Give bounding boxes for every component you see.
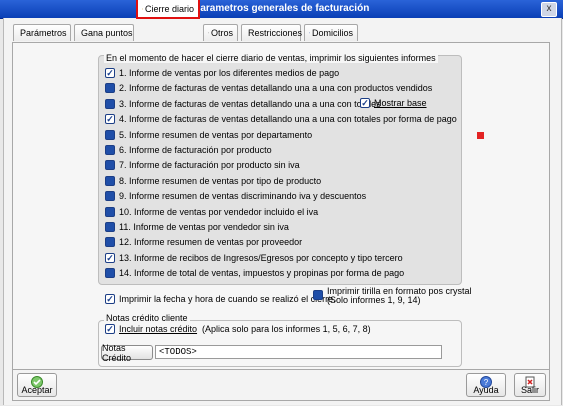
exit-button[interactable]: Salir bbox=[514, 373, 546, 397]
checkbox-box[interactable] bbox=[105, 145, 115, 155]
close-button[interactable]: x bbox=[541, 2, 557, 17]
report-checkbox-14[interactable]: 14. Informe de total de ventas, impuesto… bbox=[105, 267, 404, 279]
report-label: 10. Informe de ventas por vendedor inclu… bbox=[119, 207, 319, 217]
gear-icon bbox=[142, 8, 143, 9]
accept-label: Aceptar bbox=[21, 385, 53, 395]
checkbox-box[interactable] bbox=[105, 237, 115, 247]
report-label: 7. Informe de facturación por producto s… bbox=[119, 160, 300, 170]
report-checkbox-11[interactable]: 11. Informe de ventas por vendedor sin i… bbox=[105, 221, 289, 233]
checkbox-box[interactable] bbox=[105, 176, 115, 186]
reports-group-title: En el momento de hacer el cierre diario … bbox=[104, 53, 438, 63]
checkbox-box[interactable] bbox=[105, 160, 115, 170]
print-crystal-hint: (Solo informes 1, 9, 14) bbox=[327, 295, 421, 305]
report-label: 2. Informe de facturas de ventas detalla… bbox=[119, 83, 433, 93]
report-label: 13. Informe de recibos de Ingresos/Egres… bbox=[119, 253, 403, 263]
report-checkbox-5[interactable]: 5. Informe resumen de ventas por departa… bbox=[105, 129, 312, 141]
checkbox-box[interactable] bbox=[105, 99, 115, 109]
notas-credito-field[interactable]: <TODOS> bbox=[155, 345, 442, 359]
exit-label: Salir bbox=[520, 385, 539, 395]
print-date-label: Imprimir la fecha y hora de cuando se re… bbox=[119, 294, 336, 304]
tab-parametros[interactable]: Parámetros bbox=[13, 24, 71, 41]
mostrar-base-checkbox[interactable]: ✓ Mostrar base bbox=[360, 97, 427, 109]
report-checkbox-10[interactable]: 10. Informe de ventas por vendedor inclu… bbox=[105, 206, 318, 218]
checkbox-box[interactable] bbox=[105, 222, 115, 232]
tab-otros[interactable]: Otros bbox=[203, 24, 238, 41]
report-checkbox-1[interactable]: ✓ 1. Informe de ventas por los diferentes… bbox=[105, 67, 339, 79]
checkbox-box[interactable] bbox=[105, 268, 115, 278]
print-date-checkbox[interactable]: ✓ Imprimir la fecha y hora de cuando se … bbox=[105, 293, 336, 305]
tab-domicilios[interactable]: Domicilios bbox=[304, 24, 358, 41]
notes-group-title: Notas crédito cliente bbox=[104, 313, 190, 323]
report-label: 14. Informe de total de ventas, impuesto… bbox=[119, 268, 405, 278]
notas-credito-button-label: Notas Crédito bbox=[102, 342, 132, 363]
report-checkbox-4[interactable]: ✓ 4. Informe de facturas de ventas detall… bbox=[105, 113, 457, 125]
report-label: 1. Informe de ventas por los diferentes … bbox=[119, 68, 340, 78]
report-label: 3. Informe de facturas de ventas detalla… bbox=[119, 99, 381, 109]
checkbox-box[interactable] bbox=[105, 83, 115, 93]
report-label: 4. Informe de facturas de ventas detalla… bbox=[119, 114, 457, 124]
checkbox-box[interactable] bbox=[105, 191, 115, 201]
tab-label: Parámetros bbox=[20, 28, 67, 38]
report-checkbox-3[interactable]: 3. Informe de facturas de ventas detalla… bbox=[105, 98, 381, 110]
window-title: Parametros generales de facturación bbox=[193, 3, 370, 14]
help-button[interactable]: ? Ayuda bbox=[466, 373, 506, 397]
tab-label: Gana puntos bbox=[81, 28, 133, 38]
include-notes-label[interactable]: Incluir notas crédito bbox=[119, 324, 197, 334]
checkbox-box[interactable]: ✓ bbox=[105, 68, 115, 78]
document-icon bbox=[208, 32, 209, 34]
report-checkbox-2[interactable]: 2. Informe de facturas de ventas detalla… bbox=[105, 82, 432, 94]
checkbox-box[interactable]: ✓ bbox=[105, 253, 115, 263]
report-checkbox-8[interactable]: 8. Informe resumen de ventas por tipo de… bbox=[105, 175, 321, 187]
include-notes-hint: (Aplica solo para los informes 1, 5, 6, … bbox=[202, 324, 371, 334]
checkbox-box[interactable]: ✓ bbox=[105, 324, 115, 334]
mostrar-base-label[interactable]: Mostrar base bbox=[374, 98, 427, 108]
print-crystal-text: Imprimir tirilla en formato pos crystal … bbox=[327, 287, 472, 305]
checkbox-box[interactable]: ✓ bbox=[360, 98, 370, 108]
report-label: 5. Informe resumen de ventas por departa… bbox=[119, 130, 313, 140]
report-label: 9. Informe resumen de ventas discriminan… bbox=[119, 191, 367, 201]
tab-label: Otros bbox=[210, 28, 233, 38]
checkbox-box[interactable]: ✓ bbox=[105, 294, 115, 304]
checkbox-box[interactable]: ✓ bbox=[105, 114, 115, 124]
help-label: Ayuda bbox=[473, 385, 499, 395]
report-checkbox-7[interactable]: 7. Informe de facturación por producto s… bbox=[105, 159, 300, 171]
tab-label: Restricciones bbox=[248, 28, 303, 38]
checkbox-box[interactable] bbox=[105, 130, 115, 140]
report-label: 11. Informe de ventas por vendedor sin i… bbox=[119, 222, 289, 232]
report-checkbox-6[interactable]: 6. Informe de facturación por producto bbox=[105, 144, 272, 156]
report-checkbox-9[interactable]: 9. Informe resumen de ventas discriminan… bbox=[105, 190, 366, 202]
report-label: 12. Informe resumen de ventas por provee… bbox=[119, 237, 303, 247]
report-label: 8. Informe resumen de ventas por tipo de… bbox=[119, 176, 322, 186]
report-checkbox-13[interactable]: ✓ 13. Informe de recibos de Ingresos/Egre… bbox=[105, 252, 403, 264]
accept-button[interactable]: Aceptar bbox=[17, 373, 57, 397]
print-crystal-checkbox[interactable]: Imprimir tirilla en formato pos crystal … bbox=[313, 287, 472, 307]
red-square-marker bbox=[477, 132, 484, 139]
tab-label: Cierre diario bbox=[144, 3, 194, 14]
tab-label: Domicilios bbox=[311, 28, 353, 38]
tab-gana-puntos[interactable]: Gana puntos bbox=[74, 24, 134, 41]
table-icon bbox=[309, 32, 310, 34]
tab-cierre-diario[interactable]: Cierre diario bbox=[136, 0, 200, 19]
checkbox-box[interactable] bbox=[105, 207, 115, 217]
report-label: 6. Informe de facturación por producto bbox=[119, 145, 272, 155]
tab-restricciones[interactable]: Restricciones bbox=[241, 24, 303, 41]
include-notes-checkbox[interactable]: ✓ Incluir notas crédito (Aplica solo par… bbox=[105, 323, 371, 335]
notas-credito-button[interactable]: Notas Crédito bbox=[101, 342, 153, 363]
title-bar: Parametros generales de facturación x bbox=[0, 0, 563, 19]
report-checkbox-12[interactable]: 12. Informe resumen de ventas por provee… bbox=[105, 236, 302, 248]
checkbox-box[interactable] bbox=[313, 290, 323, 300]
